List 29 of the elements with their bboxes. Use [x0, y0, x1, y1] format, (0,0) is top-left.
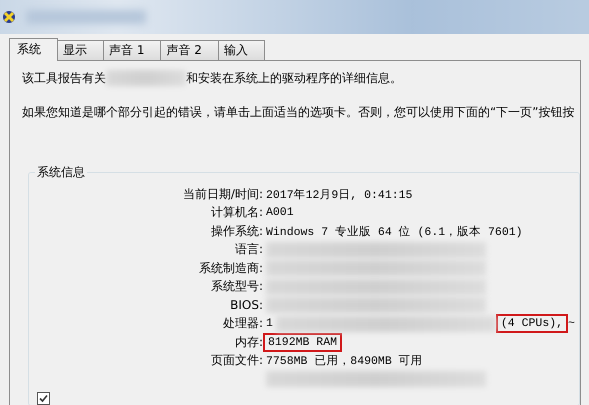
- field-label: 系统制造商:: [198, 260, 263, 277]
- value-text: 2017年12月9日, 0:41:15: [266, 188, 412, 202]
- value-text: 如果您知道是哪个部分引起的错误，请单击上面适当的选项卡。否则，您可以使用下面的“下一页”按钮按: [22, 104, 574, 120]
- value-text: ~: [568, 317, 575, 330]
- field-label: 内存:: [234, 334, 263, 351]
- field-label: 处理器:: [222, 315, 263, 332]
- value-text: 1: [266, 317, 273, 330]
- value-text: Windows 7 专业版 64 位 (6.1，版本 7601): [266, 224, 523, 239]
- value-text: A001: [266, 206, 294, 220]
- checkbox[interactable]: [37, 392, 50, 404]
- field-label: 页面文件:: [210, 352, 263, 370]
- group-title: 系统信息: [35, 164, 87, 181]
- value-text: 该工具报告有关: [22, 70, 106, 86]
- value-text: 7758MB 已用，8490MB 可用: [266, 354, 423, 368]
- field-label: 系统型号:: [210, 278, 263, 296]
- tab[interactable]: 声音 2: [160, 40, 219, 61]
- field-label: 语言:: [234, 241, 263, 258]
- tab[interactable]: 系统: [9, 38, 58, 61]
- tab[interactable]: 输入: [218, 40, 265, 61]
- tab[interactable]: 声音 1: [103, 40, 162, 61]
- highlighted-value: 8192MB RAM: [266, 336, 340, 349]
- field-label: BIOS:: [230, 298, 263, 312]
- value-text: 和安装在系统上的驱动程序的详细信息。: [186, 70, 402, 86]
- field-label: 当前日期/时间:: [182, 186, 263, 203]
- app-icon: [2, 10, 16, 24]
- field-label: 操作系统:: [210, 222, 263, 240]
- highlighted-value: (4 CPUs),: [498, 317, 566, 330]
- tab[interactable]: 显示: [57, 40, 104, 61]
- field-label: 计算机名:: [210, 204, 263, 222]
